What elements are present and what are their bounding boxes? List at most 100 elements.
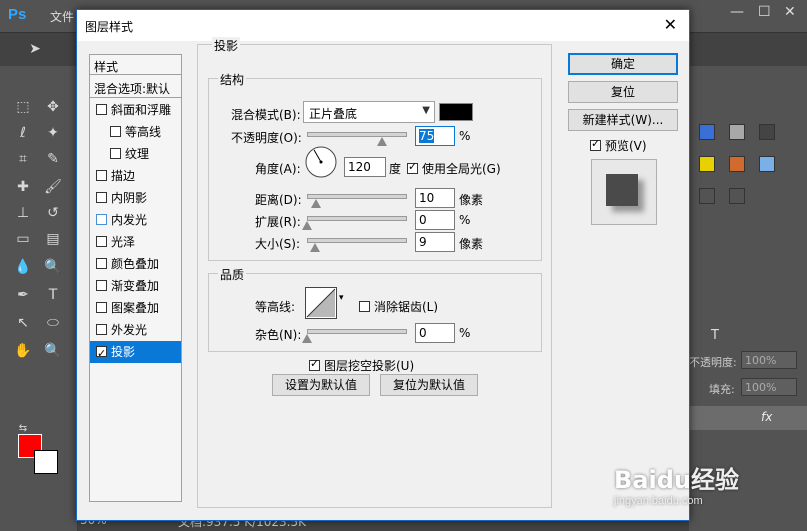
opacity-slider[interactable]	[307, 132, 407, 137]
contour-picker[interactable]	[305, 287, 337, 319]
layer-effects-icon[interactable]: fx	[761, 410, 772, 424]
blend-mode-select[interactable]: 正片叠底 ▼	[303, 101, 435, 123]
opacity-slider-handle[interactable]	[377, 137, 387, 147]
eraser-tool-icon[interactable]: ▭	[14, 230, 32, 248]
stamp-tool-icon[interactable]: ⊥	[14, 204, 32, 222]
quick-mask-icon[interactable]	[14, 420, 32, 438]
style-item-2[interactable]: 纹理	[90, 143, 181, 165]
reset-default-button[interactable]: 复位为默认值	[380, 374, 478, 396]
gradient-tool-icon[interactable]: ▤	[44, 230, 62, 248]
style-item-4[interactable]: 内阴影	[90, 187, 181, 209]
size-input[interactable]: 9	[415, 232, 455, 252]
checkbox-icon[interactable]	[96, 280, 107, 291]
menu-file[interactable]: 文件	[50, 8, 74, 25]
style-swatch[interactable]	[729, 188, 745, 204]
checkbox-icon[interactable]	[96, 192, 107, 203]
styles-header[interactable]: 样式	[90, 55, 181, 75]
healing-brush-icon[interactable]: ✚	[14, 178, 32, 196]
layer-opacity-field[interactable]: 100%	[741, 351, 797, 369]
spread-slider-handle[interactable]	[302, 221, 312, 231]
checkbox-icon[interactable]	[407, 160, 418, 174]
size-slider[interactable]	[307, 238, 407, 243]
checkbox-icon[interactable]	[96, 343, 107, 365]
spread-input[interactable]: 0	[415, 210, 455, 230]
close-app-icon[interactable]: ✕	[784, 4, 796, 20]
noise-slider-handle[interactable]	[302, 334, 312, 344]
magic-wand-icon[interactable]: ✦	[44, 124, 62, 142]
ellipse-tool-icon[interactable]: ⬭	[44, 314, 62, 332]
angle-input[interactable]: 120	[344, 157, 386, 177]
make-default-button[interactable]: 设置为默认值	[272, 374, 370, 396]
distance-input[interactable]: 10	[415, 188, 455, 208]
crop-tool-icon[interactable]: ⌗	[14, 150, 32, 168]
checkbox-icon[interactable]	[96, 214, 107, 225]
close-icon[interactable]: ✕	[664, 15, 677, 34]
opacity-input[interactable]: 75	[415, 126, 455, 146]
noise-slider[interactable]	[307, 329, 407, 334]
hand-tool-icon[interactable]: ✋	[14, 342, 32, 360]
style-swatch[interactable]	[759, 156, 775, 172]
style-item-1[interactable]: 等高线	[90, 121, 181, 143]
style-item-8[interactable]: 渐变叠加	[90, 275, 181, 297]
dodge-tool-icon[interactable]: 🔍	[44, 258, 62, 276]
noise-input[interactable]: 0	[415, 323, 455, 343]
style-item-10[interactable]: 外发光	[90, 319, 181, 341]
background-color[interactable]	[34, 450, 58, 474]
style-item-11[interactable]: 投影	[90, 341, 181, 365]
checkbox-icon[interactable]	[110, 126, 121, 137]
spread-slider[interactable]	[307, 216, 407, 221]
checkbox-icon[interactable]	[96, 302, 107, 313]
lasso-tool-icon[interactable]: ℓ	[14, 124, 32, 142]
style-item-6[interactable]: 光泽	[90, 231, 181, 253]
blur-tool-icon[interactable]: 💧	[14, 258, 32, 276]
checkbox-icon[interactable]	[96, 236, 107, 247]
knockout-checkbox[interactable]: 图层挖空投影(U)	[309, 357, 414, 374]
distance-slider-handle[interactable]	[311, 199, 321, 209]
size-slider-handle[interactable]	[310, 243, 320, 253]
blending-options-item[interactable]: 混合选项:默认	[90, 76, 181, 98]
checkbox-icon[interactable]	[590, 137, 601, 151]
layer-fill-field[interactable]: 100%	[741, 378, 797, 396]
history-brush-icon[interactable]: ↺	[44, 204, 62, 222]
checkbox-icon[interactable]	[359, 301, 370, 312]
style-swatch[interactable]	[699, 124, 715, 140]
style-item-9[interactable]: 图案叠加	[90, 297, 181, 319]
move-tool-icon[interactable]: ✥	[44, 98, 62, 116]
antialias-checkbox[interactable]: 消除锯齿(L)	[359, 298, 438, 315]
contour-dropdown-icon[interactable]: ▾	[339, 293, 344, 303]
type-tool-icon[interactable]: T	[44, 286, 62, 304]
minimize-icon[interactable]: —	[730, 4, 744, 20]
reset-button[interactable]: 复位	[568, 81, 678, 103]
style-swatch[interactable]	[699, 156, 715, 172]
checkbox-icon[interactable]	[96, 258, 107, 269]
style-item-0[interactable]: 斜面和浮雕	[90, 99, 181, 121]
marquee-tool-icon[interactable]: ⬚	[14, 98, 32, 116]
style-item-3[interactable]: 描边	[90, 165, 181, 187]
global-light-checkbox[interactable]: 使用全局光(G)	[407, 160, 501, 177]
brush-tool-icon[interactable]: 🖌	[44, 178, 62, 196]
style-swatch[interactable]	[759, 124, 775, 140]
distance-slider[interactable]	[307, 194, 407, 199]
new-style-button[interactable]: 新建样式(W)...	[568, 109, 678, 131]
checkbox-icon[interactable]	[96, 170, 107, 181]
zoom-tool-icon[interactable]: 🔍	[44, 342, 62, 360]
style-item-7[interactable]: 颜色叠加	[90, 253, 181, 275]
maximize-icon[interactable]: ☐	[758, 4, 771, 20]
style-swatch[interactable]	[729, 124, 745, 140]
checkbox-icon[interactable]	[96, 324, 107, 335]
dialog-titlebar[interactable]: 图层样式 ✕	[77, 10, 689, 41]
checkbox-icon[interactable]	[96, 104, 107, 115]
checkbox-icon[interactable]	[110, 148, 121, 159]
style-swatch[interactable]	[699, 188, 715, 204]
shadow-color-swatch[interactable]	[439, 103, 473, 121]
type-filter-icon[interactable]: T	[711, 328, 719, 343]
path-select-icon[interactable]: ↖	[14, 314, 32, 332]
layer-row[interactable]: fx	[689, 406, 807, 430]
ok-button[interactable]: 确定	[568, 53, 678, 75]
style-item-5[interactable]: 内发光	[90, 209, 181, 231]
pen-tool-icon[interactable]: ✒	[14, 286, 32, 304]
checkbox-icon[interactable]	[309, 357, 320, 371]
style-swatch[interactable]	[729, 156, 745, 172]
angle-dial[interactable]	[304, 145, 338, 179]
preview-checkbox[interactable]: 预览(V)	[590, 137, 647, 154]
